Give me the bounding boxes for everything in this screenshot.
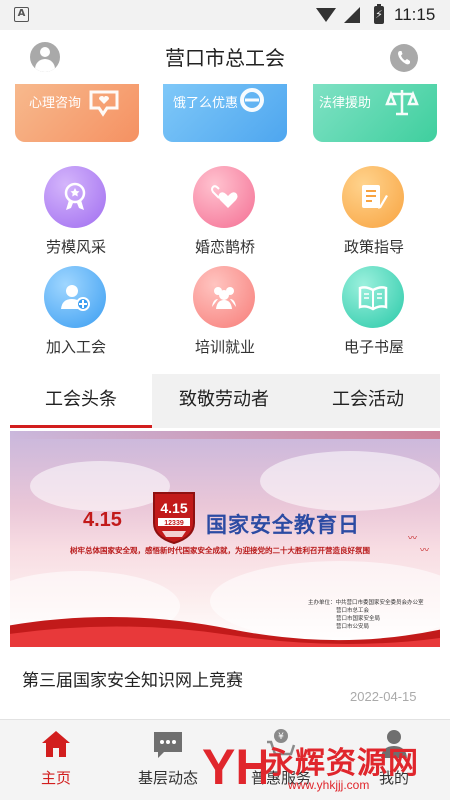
badge-number: 12339 [164,520,184,527]
banner-date: 4.15 [83,509,122,531]
hearts-icon [193,166,255,228]
grid-item-label: 电子书屋 [343,338,404,356]
heart-chat-icon [89,90,119,117]
service-card-legal[interactable]: 法律援助 [313,84,437,142]
watermark-text: 永辉资源网 [264,746,419,781]
medal-icon [44,166,106,228]
service-card-eleme[interactable]: 饿了么优惠 [163,84,287,142]
watermark-logo: YH [202,739,266,794]
banner-red-wave [10,617,440,647]
nav-home[interactable]: 主页 [0,720,112,800]
grid-item-label: 加入工会 [45,338,106,356]
status-bar: A ⚡ 11:15 [0,0,450,30]
app-notification-icon: A [14,7,29,22]
news-tabs: 工会头条 致敬劳动者 工会活动 [10,374,440,428]
signal-icon [344,7,360,23]
grid-item-model-workers[interactable]: 劳模风采 [26,166,126,256]
grid-item-training[interactable]: 培训就业 [175,266,275,356]
banner-cloud [260,451,440,511]
coupon-e-icon [240,88,264,112]
service-card-label: 心理咨询 [29,96,82,111]
book-icon [342,266,404,328]
status-time: 11:15 [394,5,436,24]
host-label: 主办单位： [308,600,336,606]
tab-union-headlines[interactable]: 工会头条 [10,374,152,428]
banner-slogan: 树牢总体国家安全观，感悟新时代国家安全成就，为迎接党的二十大胜利召开营造良好氛围 [70,546,370,555]
group-icon [193,266,255,328]
grid-item-matchmaking[interactable]: 婚恋鹊桥 [175,166,275,256]
grid-item-policy[interactable]: 政策指导 [324,166,424,256]
banner-title: 国家安全教育日 [206,513,360,537]
article-title[interactable]: 第三届国家安全知识网上竞赛 [22,666,243,691]
article-date: 2022-04-15 [350,689,417,704]
watermark-url: www.yhkjjj.com [288,778,370,792]
grid-item-join-union[interactable]: 加入工会 [26,266,126,356]
grid-item-ebook[interactable]: 电子书屋 [324,266,424,356]
national-security-badge-icon: 4.15 12339 [153,492,195,545]
wifi-icon [316,8,336,22]
grid-item-label: 婚恋鹊桥 [194,238,255,256]
home-icon [42,731,70,757]
scales-icon [385,90,419,116]
page-title: 营口市总工会 [165,46,285,70]
grid-item-label: 政策指导 [343,238,404,256]
app-header: 营口市总工会 [0,30,450,84]
service-card-label: 法律援助 [319,96,372,111]
service-card-label: 饿了么优惠 [173,96,239,111]
document-pen-icon [342,166,404,228]
banner-cloud [30,461,170,511]
person-add-icon [44,266,106,328]
phone-icon[interactable] [390,44,418,72]
chat-bubble-icon [154,732,182,758]
grid-item-label: 培训就业 [194,338,255,356]
tab-union-activities[interactable]: 工会活动 [296,374,440,428]
bird-icon: 〰 [420,546,430,556]
service-card-psych[interactable]: 心理咨询 [15,84,139,142]
watermark: YH 永辉资源网 www.yhkjjj.com [200,736,450,800]
battery-charging-icon: ⚡ [374,4,384,24]
tab-salute-workers[interactable]: 致敬劳动者 [152,374,296,428]
bird-icon: 〰 [408,534,418,544]
grid-item-label: 劳模风采 [45,238,106,256]
host-item: 中共营口市委国家安全委员会办公室 [335,600,424,606]
watermark-logo-text: YH [202,739,266,794]
news-banner-image[interactable]: 4.15 4.15 12339 国家安全教育日 树牢总体国家安全观，感悟新时代国… [10,431,440,647]
banner-decoration [10,431,440,439]
badge-text: 4.15 [160,500,187,516]
nav-label: 主页 [40,769,71,787]
